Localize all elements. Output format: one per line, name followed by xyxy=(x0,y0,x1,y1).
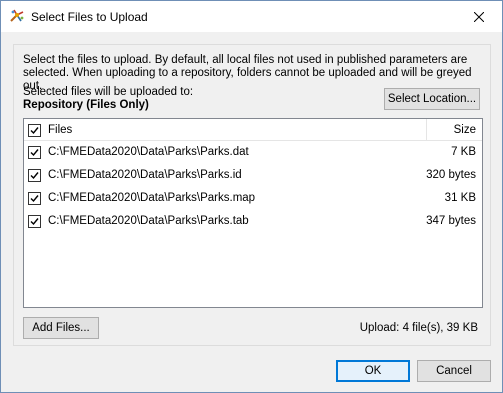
select-files-dialog: Select Files to Upload Select the files … xyxy=(0,0,503,393)
close-button[interactable] xyxy=(456,1,502,32)
destination-label: Selected files will be uploaded to: xyxy=(23,86,194,98)
upload-group-box: Select the files to upload. By default, … xyxy=(13,44,491,346)
file-size: 347 bytes xyxy=(426,215,476,227)
file-size: 320 bytes xyxy=(426,169,476,181)
size-column-header[interactable]: Size xyxy=(454,124,476,136)
window-title: Select Files to Upload xyxy=(31,10,148,24)
select-all-checkbox[interactable] xyxy=(28,124,41,137)
close-icon xyxy=(474,11,484,22)
file-row[interactable]: C:\FMEData2020\Data\Parks\Parks.map 31 K… xyxy=(24,187,482,209)
file-path: C:\FMEData2020\Data\Parks\Parks.tab xyxy=(48,215,249,227)
file-path: C:\FMEData2020\Data\Parks\Parks.dat xyxy=(48,146,249,158)
file-list[interactable]: Files Size C:\FMEData2020\Data\Parks\Par… xyxy=(23,118,483,308)
add-files-button[interactable]: Add Files... xyxy=(23,317,99,339)
files-column-header[interactable]: Files xyxy=(48,124,72,136)
file-size: 31 KB xyxy=(444,192,476,204)
file-path: C:\FMEData2020\Data\Parks\Parks.id xyxy=(48,169,242,181)
title-bar: Select Files to Upload xyxy=(1,1,502,32)
column-divider xyxy=(426,119,427,141)
file-size: 7 KB xyxy=(451,146,476,158)
file-row[interactable]: C:\FMEData2020\Data\Parks\Parks.tab 347 … xyxy=(24,210,482,232)
file-row[interactable]: C:\FMEData2020\Data\Parks\Parks.dat 7 KB xyxy=(24,141,482,163)
upload-summary: Upload: 4 file(s), 39 KB xyxy=(359,322,478,334)
file-checkbox[interactable] xyxy=(28,192,41,205)
cancel-button[interactable]: Cancel xyxy=(417,360,491,382)
destination-value: Repository (Files Only) xyxy=(23,99,149,111)
select-location-button[interactable]: Select Location... xyxy=(384,88,480,110)
file-checkbox[interactable] xyxy=(28,169,41,182)
file-path: C:\FMEData2020\Data\Parks\Parks.map xyxy=(48,192,256,204)
ok-button[interactable]: OK xyxy=(336,360,410,382)
file-checkbox[interactable] xyxy=(28,215,41,228)
file-checkbox[interactable] xyxy=(28,146,41,159)
fme-workbench-icon xyxy=(9,8,25,24)
file-row[interactable]: C:\FMEData2020\Data\Parks\Parks.id 320 b… xyxy=(24,164,482,186)
file-list-header: Files Size xyxy=(24,119,482,141)
